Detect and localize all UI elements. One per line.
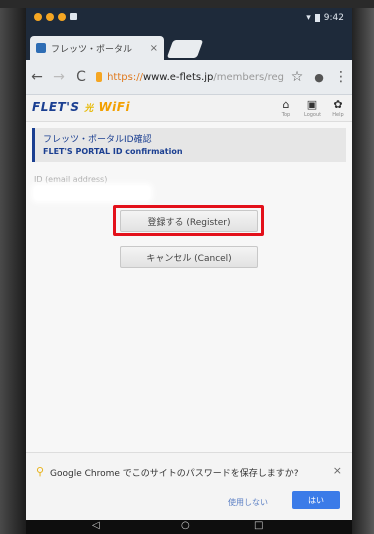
browser-tab[interactable]: フレッツ・ポータル × [30, 36, 164, 60]
id-label: ID (email address) [34, 175, 108, 184]
tablet-bezel-top [0, 0, 374, 8]
logo-wifi-text: WiFi [98, 100, 131, 114]
tab-title: フレッツ・ポータル [51, 44, 133, 55]
id-value-redacted [34, 186, 150, 200]
save-password-bar: ⚲ Google Chrome でこのサイトのパスワードを保存しますか? × 使… [26, 452, 352, 521]
close-icon[interactable]: × [333, 464, 342, 477]
logo-text: FLET'S [32, 100, 80, 114]
site-header: FLET'S 光 WiFi ⌂ Top ▣ Logout ✿ Help [26, 95, 352, 122]
wifi-icon: ▾ [306, 13, 311, 23]
lock-icon [96, 72, 103, 82]
notification-icon [34, 13, 42, 21]
flets-wifi-logo[interactable]: FLET'S 光 WiFi [32, 100, 130, 114]
home-icon[interactable]: ⌂ Top [278, 99, 294, 121]
bookmark-star-icon[interactable]: ☆ [286, 69, 308, 85]
notification-icon [58, 13, 66, 21]
cancel-button[interactable]: キャンセル (Cancel) [120, 246, 258, 268]
url-host: www.e-flets.jp [142, 71, 214, 83]
save-password-yes-button[interactable]: はい [292, 491, 340, 509]
logout-icon-label: Logout [304, 112, 322, 118]
forward-button[interactable]: → [48, 69, 70, 85]
browser-toolbar: ← → C https:// www.e-flets.jp /members/r… [26, 60, 352, 95]
header-icons: ⌂ Top ▣ Logout ✿ Help [278, 99, 346, 121]
home-icon-label: Top [281, 112, 291, 118]
url-scheme: https:// [107, 71, 143, 83]
logo-mark: 光 [84, 104, 94, 114]
battery-icon [314, 14, 320, 22]
help-gear-icon[interactable]: ✿ Help [330, 99, 346, 121]
notification-icons [34, 13, 77, 21]
status-right: ▾ 9:42 [306, 13, 344, 23]
url-path: /members/reg [213, 71, 284, 83]
notification-icon [70, 13, 77, 20]
back-button[interactable]: ← [26, 69, 48, 85]
tablet-bezel-left [0, 0, 26, 534]
never-save-button[interactable]: 使用しない [228, 497, 268, 508]
logout-icon[interactable]: ▣ Logout [304, 99, 322, 121]
tab-strip: フレッツ・ポータル × [26, 30, 352, 60]
save-password-message: Google Chrome でこのサイトのパスワードを保存しますか? [50, 469, 299, 479]
new-tab-button[interactable] [166, 40, 204, 58]
menu-button[interactable]: ⋮ [330, 69, 352, 85]
favicon-icon [36, 43, 46, 53]
tablet-screen: ▾ 9:42 フレッツ・ポータル × ← → C https:// www.e-… [26, 8, 352, 534]
page-subtitle: FLET'S PORTAL ID confirmation [43, 147, 183, 156]
address-bar[interactable]: https:// www.e-flets.jp /members/reg [94, 66, 284, 88]
notification-icon [46, 13, 54, 21]
highlight-box [113, 205, 264, 236]
microphone-icon[interactable]: ● [308, 71, 330, 84]
reload-button[interactable]: C [70, 69, 92, 85]
tab-close-icon[interactable]: × [150, 43, 158, 54]
status-time: 9:42 [323, 13, 344, 23]
nav-home-icon[interactable]: ○ [181, 520, 190, 531]
key-icon: ⚲ [36, 465, 45, 478]
android-nav-bar: ◁ ○ □ [26, 520, 352, 534]
nav-recent-icon[interactable]: □ [254, 520, 263, 531]
page-title: フレッツ・ポータルID確認 [43, 135, 152, 145]
tablet-bezel-right [352, 0, 374, 534]
status-bar: ▾ 9:42 [26, 8, 352, 30]
page-title-box: フレッツ・ポータルID確認 FLET'S PORTAL ID confirmat… [32, 128, 346, 162]
help-icon-label: Help [332, 112, 344, 118]
nav-back-icon[interactable]: ◁ [92, 520, 100, 531]
